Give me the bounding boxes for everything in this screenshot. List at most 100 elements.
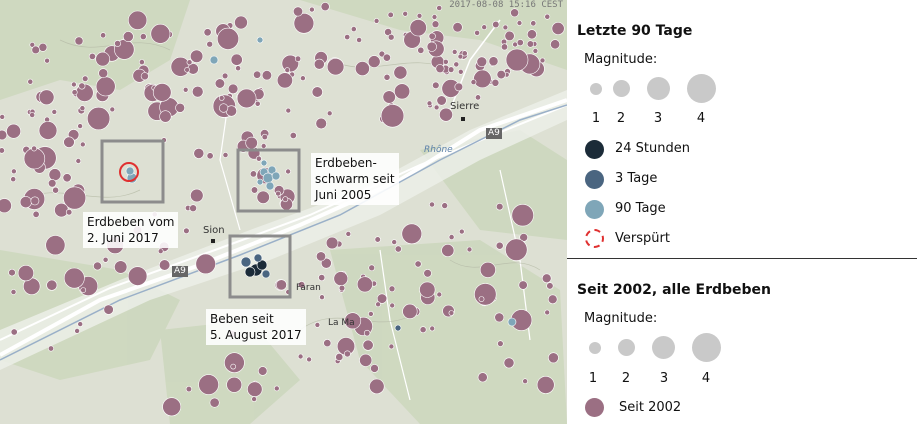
quake-marker[interactable] — [77, 123, 83, 129]
quake-marker[interactable] — [77, 321, 83, 327]
quake-marker[interactable] — [343, 350, 351, 358]
quake-marker[interactable] — [345, 231, 352, 237]
quake-marker[interactable] — [224, 352, 245, 374]
quake-marker-recent[interactable] — [244, 266, 256, 278]
quake-marker[interactable] — [62, 173, 72, 183]
quake-marker[interactable] — [474, 94, 481, 101]
quake-marker[interactable] — [38, 89, 55, 106]
quake-marker[interactable] — [206, 152, 214, 160]
quake-marker[interactable] — [47, 345, 54, 352]
quake-marker[interactable] — [548, 352, 559, 364]
quake-marker[interactable] — [138, 59, 145, 65]
quake-marker[interactable] — [226, 376, 243, 393]
quake-marker[interactable] — [222, 152, 229, 158]
quake-marker[interactable] — [436, 291, 443, 298]
quake-marker[interactable] — [470, 79, 477, 85]
quake-marker[interactable] — [326, 110, 333, 117]
quake-marker[interactable] — [8, 268, 16, 277]
quake-marker[interactable] — [71, 81, 77, 88]
quake-marker[interactable] — [428, 32, 436, 40]
quake-marker[interactable] — [10, 176, 17, 183]
quake-marker[interactable] — [182, 87, 189, 93]
quake-marker[interactable] — [544, 13, 551, 20]
quake-marker[interactable] — [409, 19, 427, 37]
quake-marker[interactable] — [374, 236, 381, 243]
quake-marker[interactable] — [496, 203, 504, 211]
quake-marker[interactable] — [261, 70, 273, 81]
quake-marker[interactable] — [518, 280, 528, 290]
quake-marker[interactable] — [122, 31, 134, 42]
quake-marker[interactable] — [448, 310, 455, 316]
quake-marker[interactable] — [500, 43, 508, 51]
quake-marker[interactable] — [436, 5, 443, 11]
quake-marker[interactable] — [245, 136, 258, 150]
quake-marker[interactable] — [19, 196, 32, 209]
quake-marker[interactable] — [432, 81, 440, 90]
quake-marker[interactable] — [373, 18, 380, 24]
quake-marker-recent[interactable] — [256, 36, 264, 44]
quake-marker[interactable] — [300, 75, 306, 81]
quake-marker[interactable] — [88, 52, 96, 60]
quake-marker[interactable] — [255, 155, 262, 162]
quake-marker[interactable] — [313, 58, 325, 70]
quake-marker[interactable] — [27, 78, 34, 85]
quake-marker[interactable] — [150, 23, 171, 44]
quake-marker-recent[interactable] — [507, 317, 517, 327]
quake-marker[interactable] — [191, 85, 204, 98]
quake-marker[interactable] — [536, 375, 555, 394]
quake-marker[interactable] — [65, 209, 73, 216]
quake-marker[interactable] — [74, 328, 80, 334]
quake-marker[interactable] — [139, 33, 147, 40]
quake-marker[interactable] — [356, 37, 362, 43]
quake-marker[interactable] — [183, 227, 190, 235]
quake-marker[interactable] — [184, 67, 190, 73]
quake-marker[interactable] — [426, 41, 437, 52]
quake-marker[interactable] — [10, 328, 18, 336]
quake-marker-recent[interactable] — [125, 166, 135, 176]
quake-marker[interactable] — [367, 55, 381, 68]
quake-marker[interactable] — [417, 46, 425, 54]
quake-marker[interactable] — [195, 253, 216, 275]
quake-marker[interactable] — [426, 100, 433, 107]
quake-marker[interactable] — [344, 34, 351, 41]
quake-marker[interactable] — [0, 129, 8, 141]
quake-marker[interactable] — [261, 133, 268, 141]
quake-marker[interactable] — [363, 329, 371, 337]
quake-marker[interactable] — [63, 267, 85, 289]
quake-marker[interactable] — [388, 343, 395, 350]
quake-marker[interactable] — [249, 170, 257, 178]
quake-marker[interactable] — [492, 20, 500, 29]
quake-marker[interactable] — [93, 261, 102, 271]
quake-marker[interactable] — [306, 356, 312, 363]
quake-marker[interactable] — [46, 279, 58, 291]
quake-marker[interactable] — [186, 59, 193, 66]
quake-marker[interactable] — [75, 158, 82, 164]
quake-marker[interactable] — [234, 15, 248, 30]
quake-marker[interactable] — [0, 114, 5, 120]
quake-marker[interactable] — [175, 102, 185, 113]
quake-marker[interactable] — [526, 40, 535, 48]
quake-marker[interactable] — [253, 70, 262, 79]
quake-marker[interactable] — [254, 100, 261, 107]
quake-marker[interactable] — [354, 61, 370, 76]
quake-marker[interactable] — [457, 69, 464, 75]
quake-marker[interactable] — [276, 72, 293, 89]
earthquake-map[interactable]: 2017-08-08 15:16 CEST Sierre Sion Rhône … — [0, 0, 567, 424]
quake-marker[interactable] — [368, 264, 376, 272]
quake-marker[interactable] — [95, 76, 116, 97]
quake-marker[interactable] — [198, 374, 219, 395]
quake-marker[interactable] — [433, 104, 440, 111]
quake-marker[interactable] — [102, 256, 109, 263]
quake-marker[interactable] — [30, 196, 40, 206]
quake-marker[interactable] — [297, 353, 304, 360]
quake-marker[interactable] — [447, 66, 455, 73]
quake-marker[interactable] — [157, 248, 164, 254]
quake-marker[interactable] — [219, 103, 229, 113]
quake-marker[interactable] — [48, 168, 62, 181]
quake-marker[interactable] — [516, 20, 523, 26]
quake-marker[interactable] — [190, 49, 204, 63]
quake-marker[interactable] — [114, 260, 128, 274]
quake-marker[interactable] — [44, 57, 50, 64]
quake-marker[interactable] — [128, 10, 148, 30]
quake-marker[interactable] — [419, 326, 427, 334]
